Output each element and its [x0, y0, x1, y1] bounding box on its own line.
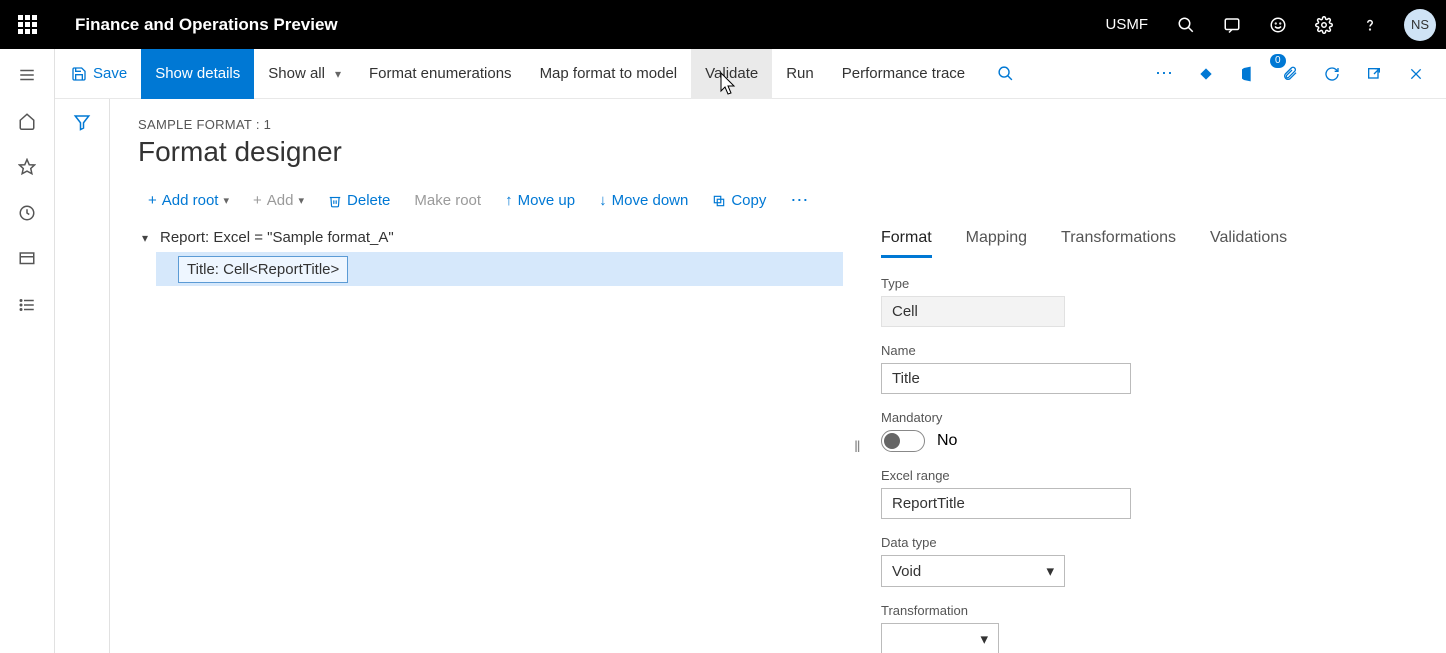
move-up-button[interactable]: ↑ Move up: [495, 186, 585, 215]
name-label: Name: [881, 343, 1418, 358]
plus-icon: +: [253, 192, 262, 209]
chevron-down-icon: ▾: [1046, 562, 1054, 580]
tab-validations[interactable]: Validations: [1210, 229, 1287, 258]
run-button[interactable]: Run: [772, 49, 828, 99]
refresh-icon[interactable]: [1316, 58, 1348, 90]
company-code[interactable]: USMF: [1106, 16, 1149, 33]
column-splitter[interactable]: ‖: [854, 439, 861, 457]
save-icon: [71, 66, 87, 82]
chevron-down-icon: ▾: [223, 194, 229, 207]
chevron-down-icon: ▾: [335, 67, 341, 81]
hamburger-icon[interactable]: [7, 55, 47, 95]
performance-trace-button[interactable]: Performance trace: [828, 49, 979, 99]
datatype-label: Data type: [881, 535, 1418, 550]
popout-icon[interactable]: [1358, 58, 1390, 90]
make-root-button: Make root: [404, 186, 491, 215]
save-button[interactable]: Save: [55, 49, 141, 99]
move-down-button[interactable]: ↓ Move down: [589, 186, 698, 215]
waffle-icon: [18, 15, 37, 34]
tree-child-row[interactable]: Title: Cell<ReportTitle>: [156, 252, 843, 286]
transformation-label: Transformation: [881, 603, 1418, 618]
tree-toolbar: + Add root ▾ + Add ▾ Delete Make root: [138, 184, 1446, 217]
excel-range-input[interactable]: [881, 488, 1131, 519]
add-button: + Add ▾: [243, 186, 314, 215]
show-all-button[interactable]: Show all ▾: [254, 49, 355, 99]
top-bar: Finance and Operations Preview USMF NS: [0, 0, 1446, 49]
tab-format[interactable]: Format: [881, 229, 932, 258]
command-bar: Save Show details Show all ▾ Format enum…: [55, 49, 1446, 99]
tab-mapping[interactable]: Mapping: [966, 229, 1027, 258]
name-input[interactable]: [881, 363, 1131, 394]
feedback-smiley-icon[interactable]: [1260, 7, 1296, 43]
home-icon[interactable]: [7, 101, 47, 141]
caret-down-icon[interactable]: ▾: [138, 231, 152, 245]
help-icon[interactable]: [1352, 7, 1388, 43]
tree-child-label: Title: Cell<ReportTitle>: [178, 256, 348, 283]
tree-root-label: Report: Excel = "Sample format_A": [160, 229, 394, 246]
type-label: Type: [881, 276, 1418, 291]
properties-panel: Format Mapping Transformations Validatio…: [853, 229, 1446, 653]
transformation-select[interactable]: ▾: [881, 623, 999, 653]
office-icon[interactable]: [1232, 58, 1264, 90]
property-tabs: Format Mapping Transformations Validatio…: [881, 229, 1418, 258]
more-ellipsis-icon[interactable]: ⋯: [1148, 58, 1180, 90]
format-tree: ▾ Report: Excel = "Sample format_A" Titl…: [138, 229, 853, 653]
tab-transformations[interactable]: Transformations: [1061, 229, 1176, 258]
navigation-rail: [0, 49, 55, 653]
arrow-up-icon: ↑: [505, 192, 513, 209]
type-value: Cell: [881, 296, 1065, 327]
copy-icon: [712, 194, 726, 208]
show-details-button[interactable]: Show details: [141, 49, 254, 99]
attachments-badge: 0: [1270, 54, 1286, 68]
page-title: Format designer: [138, 136, 1446, 168]
trash-icon: [328, 194, 342, 208]
modules-list-icon[interactable]: [7, 285, 47, 325]
close-icon[interactable]: [1400, 58, 1432, 90]
mandatory-value: No: [937, 432, 957, 450]
app-title: Finance and Operations Preview: [55, 15, 338, 35]
filter-funnel-icon[interactable]: [73, 113, 91, 653]
plus-icon: +: [148, 192, 157, 209]
filter-column: [55, 99, 110, 653]
save-label: Save: [93, 65, 127, 82]
mandatory-toggle[interactable]: [881, 430, 925, 452]
arrow-down-icon: ↓: [599, 192, 607, 209]
waffle-app-launcher[interactable]: [0, 0, 55, 49]
attachments-icon[interactable]: 0: [1274, 58, 1306, 90]
datatype-select[interactable]: Void ▾: [881, 555, 1065, 587]
validate-button[interactable]: Validate: [691, 49, 772, 99]
more-button[interactable]: ⋯: [780, 184, 818, 217]
chevron-down-icon: ▾: [980, 630, 988, 648]
chevron-down-icon: ▾: [298, 194, 304, 207]
command-search-icon[interactable]: [989, 58, 1021, 90]
chat-icon[interactable]: [1214, 7, 1250, 43]
search-icon[interactable]: [1168, 7, 1204, 43]
mandatory-label: Mandatory: [881, 410, 1418, 425]
diamond-icon[interactable]: [1190, 58, 1222, 90]
add-root-button[interactable]: + Add root ▾: [138, 186, 239, 215]
delete-button[interactable]: Delete: [318, 186, 400, 215]
map-format-button[interactable]: Map format to model: [526, 49, 692, 99]
excel-range-label: Excel range: [881, 468, 1418, 483]
breadcrumb: SAMPLE FORMAT : 1: [138, 117, 1446, 132]
favorites-star-icon[interactable]: [7, 147, 47, 187]
format-enumerations-button[interactable]: Format enumerations: [355, 49, 526, 99]
copy-button[interactable]: Copy: [702, 186, 776, 215]
user-avatar[interactable]: NS: [1404, 9, 1436, 41]
gear-icon[interactable]: [1306, 7, 1342, 43]
recent-clock-icon[interactable]: [7, 193, 47, 233]
tree-root-node[interactable]: ▾ Report: Excel = "Sample format_A": [138, 229, 843, 246]
workspace-icon[interactable]: [7, 239, 47, 279]
